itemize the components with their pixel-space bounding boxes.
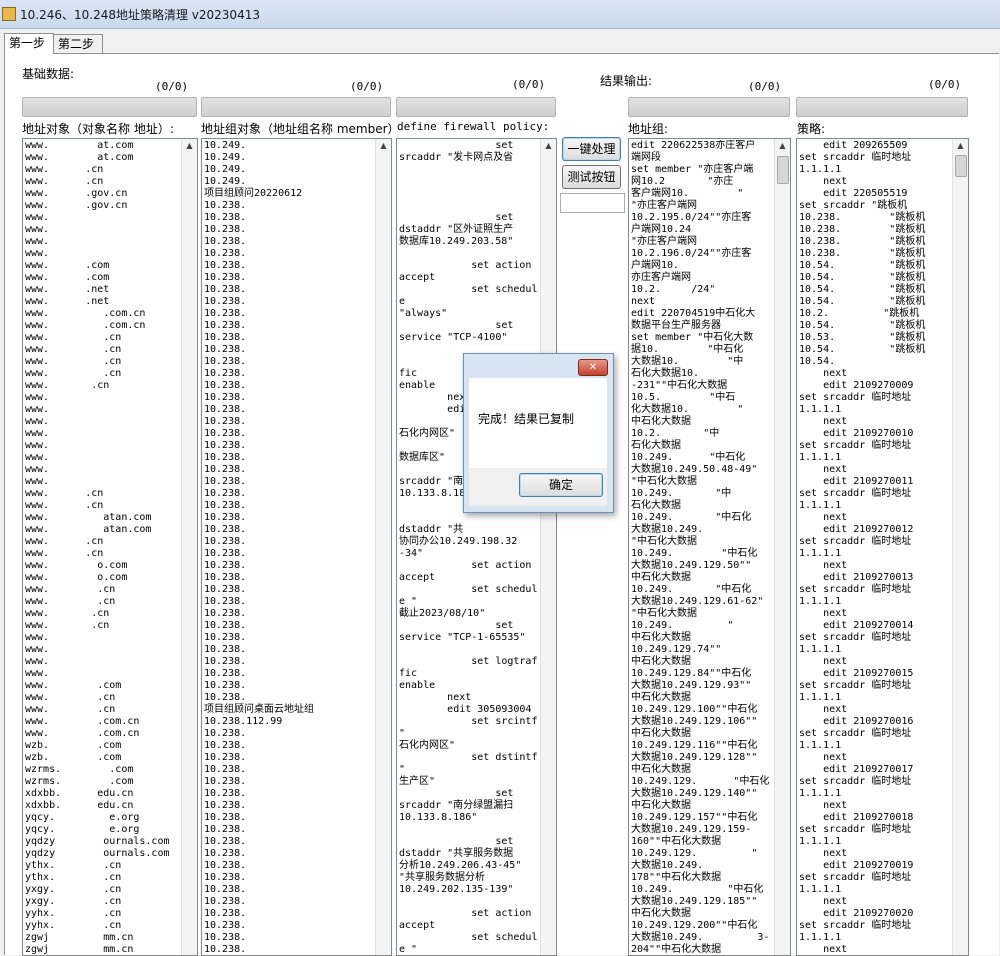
input-section-label: 基础数据:: [22, 67, 75, 81]
dialog-message: 完成！结果已复制: [478, 412, 575, 426]
address-group-output-scrollbar[interactable]: ▲: [774, 139, 790, 955]
output-section-label: 结果输出:: [600, 74, 653, 88]
test-button[interactable]: 测试按钮: [562, 165, 621, 189]
address-group-output-textarea[interactable]: edit 220622538亦庄客户 端网段 set member "亦庄客户端…: [628, 138, 791, 956]
address-group-output-header: 地址组:: [628, 122, 669, 136]
scrollbar-thumb[interactable]: [955, 155, 967, 177]
dialog-body: 完成！结果已复制: [469, 378, 607, 468]
address-object-progress: [22, 97, 197, 117]
address-object-scrollbar[interactable]: ▲: [181, 139, 197, 955]
title-bar: 10.246、10.248地址策略清理 v20230413: [0, 0, 1000, 29]
address-group-progress: [201, 97, 391, 117]
address-group-textarea[interactable]: 10.249. 10.249. 10.249. 10.249. 项目组顾问202…: [201, 138, 392, 956]
address-group-output-text: edit 220622538亦庄客户 端网段 set member "亦庄客户端…: [631, 140, 770, 955]
firewall-policy-scrollbar[interactable]: ▲: [540, 139, 556, 955]
scroll-up-icon[interactable]: ▲: [953, 139, 968, 153]
firewall-policy-counter: (0/0): [512, 78, 546, 91]
close-icon[interactable]: ✕: [578, 359, 608, 376]
scroll-up-icon[interactable]: ▲: [182, 139, 197, 153]
dialog-footer: 确定: [469, 468, 607, 506]
address-group-output-counter: (0/0): [748, 80, 782, 93]
address-group-output-progress: [628, 97, 790, 117]
completion-dialog: ✕ 完成！结果已复制 确定: [463, 353, 614, 513]
policy-output-counter: (0/0): [928, 78, 962, 91]
address-object-header: 地址对象（对象名称 地址）:: [22, 122, 174, 136]
policy-output-text: edit 209265509 set srcaddr 临时地址 1.1.1.1 …: [799, 140, 926, 955]
address-group-text: 10.249. 10.249. 10.249. 10.249. 项目组顾问202…: [204, 140, 314, 955]
address-group-scrollbar[interactable]: ▲: [375, 139, 391, 955]
firewall-policy-textarea[interactable]: set srcaddr "发卡网点及省 set dstaddr "区外证照生产 …: [396, 138, 557, 956]
firewall-policy-progress: [396, 97, 556, 117]
address-group-counter: (0/0): [350, 80, 384, 93]
firewall-policy-text: set srcaddr "发卡网点及省 set dstaddr "区外证照生产 …: [399, 140, 538, 955]
policy-output-progress: [796, 97, 968, 117]
address-object-text: www. at.com www. at.com www. .cn www. .c…: [25, 140, 170, 955]
firewall-policy-header: define firewall policy:: [397, 120, 550, 133]
test-input[interactable]: [560, 193, 625, 213]
scrollbar-thumb[interactable]: [777, 156, 789, 184]
process-button[interactable]: 一键处理: [562, 137, 621, 161]
policy-output-textarea[interactable]: edit 209265509 set srcaddr 临时地址 1.1.1.1 …: [796, 138, 969, 956]
address-group-header: 地址组对象（地址组名称 member）: [201, 122, 400, 136]
address-object-counter: (0/0): [155, 80, 189, 93]
scroll-up-icon[interactable]: ▲: [775, 139, 790, 153]
ok-button[interactable]: 确定: [519, 473, 603, 497]
tab-step2[interactable]: 第二步: [53, 34, 103, 53]
app-icon: [2, 7, 16, 21]
policy-output-scrollbar[interactable]: ▲: [952, 139, 968, 955]
scroll-up-icon[interactable]: ▲: [541, 139, 556, 153]
policy-output-header: 策略:: [797, 122, 826, 136]
address-object-textarea[interactable]: www. at.com www. at.com www. .cn www. .c…: [22, 138, 198, 956]
tab-step1[interactable]: 第一步: [4, 33, 54, 54]
scroll-up-icon[interactable]: ▲: [376, 139, 391, 153]
window-title: 10.246、10.248地址策略清理 v20230413: [20, 8, 260, 22]
